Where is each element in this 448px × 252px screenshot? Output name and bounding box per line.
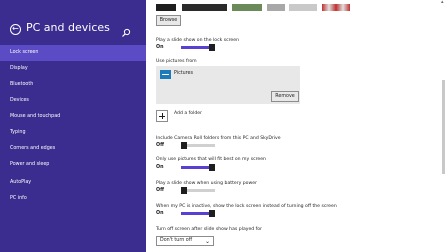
slideshow-toggle[interactable]: [181, 44, 215, 51]
chevron-down-icon: ⌄: [205, 238, 211, 245]
slideshow-state: On: [156, 45, 164, 50]
background-thumbnail[interactable]: [182, 4, 227, 11]
sidebar-item-pc-info[interactable]: PC info: [0, 191, 146, 207]
sidebar-item-lock-screen[interactable]: Lock screen: [0, 45, 146, 61]
sidebar-item-bluetooth[interactable]: Bluetooth: [0, 77, 146, 93]
background-thumbnail[interactable]: [267, 4, 285, 11]
best-fit-label: Only use pictures that will fit best on …: [156, 157, 266, 162]
sidebar-item-devices[interactable]: Devices: [0, 93, 146, 109]
best-fit-state: On: [156, 165, 164, 170]
turn-off-select-value: Don't turn off: [160, 238, 193, 243]
scroll-up-icon[interactable]: ▴: [441, 0, 444, 5]
slideshow-label: Play a slide show on the lock screen: [156, 38, 239, 43]
background-thumbnail[interactable]: [289, 4, 317, 11]
turn-off-label: Turn off screen after slide show has pla…: [156, 227, 262, 232]
sidebar-item-power-and-sleep[interactable]: Power and sleep: [0, 157, 146, 173]
camera-roll-toggle[interactable]: [181, 142, 215, 149]
inactive-label: When my PC is inactive, show the lock sc…: [156, 204, 337, 209]
camera-roll-state: Off: [156, 143, 164, 148]
sidebar-item-autoplay[interactable]: AutoPlay: [0, 175, 146, 191]
remove-button[interactable]: Remove: [271, 91, 299, 102]
pictures-folder-list[interactable]: Pictures Remove: [156, 66, 300, 104]
best-fit-toggle[interactable]: [181, 164, 215, 171]
inactive-state: On: [156, 211, 164, 216]
plus-icon[interactable]: [156, 110, 168, 122]
sidebar-title: PC and devices: [26, 21, 110, 34]
back-button[interactable]: ←: [10, 24, 21, 35]
search-icon: [122, 28, 131, 37]
add-folder-label[interactable]: Add a folder: [174, 111, 202, 116]
background-thumbnail[interactable]: [322, 4, 350, 11]
sidebar-item-mouse-and-touchpad[interactable]: Mouse and touchpad: [0, 109, 146, 125]
sidebar-item-typing[interactable]: Typing: [0, 125, 146, 141]
folder-name: Pictures: [174, 71, 193, 76]
camera-roll-label: Include Camera Roll folders from this PC…: [156, 136, 281, 141]
search-button[interactable]: [121, 23, 131, 37]
background-thumbnail[interactable]: [232, 4, 262, 11]
battery-toggle[interactable]: [181, 187, 215, 194]
lock-screen-settings: Browse Play a slide show on the lock scr…: [146, 0, 448, 252]
use-pictures-label: Use pictures from: [156, 59, 197, 64]
sidebar-item-display[interactable]: Display: [0, 61, 146, 77]
inactive-toggle[interactable]: [181, 210, 215, 217]
battery-label: Play a slide show when using battery pow…: [156, 181, 257, 186]
battery-state: Off: [156, 188, 164, 193]
arrow-left-icon: ←: [12, 24, 19, 33]
turn-off-select[interactable]: Don't turn off ⌄: [156, 236, 214, 246]
folder-icon: [160, 70, 171, 79]
scrollbar-thumb[interactable]: [442, 80, 445, 174]
browse-button[interactable]: Browse: [156, 15, 181, 26]
sidebar: ← PC and devices Lock screen Display Blu…: [0, 0, 146, 252]
sidebar-item-corners-and-edges[interactable]: Corners and edges: [0, 141, 146, 157]
background-thumbnail[interactable]: [156, 4, 176, 11]
